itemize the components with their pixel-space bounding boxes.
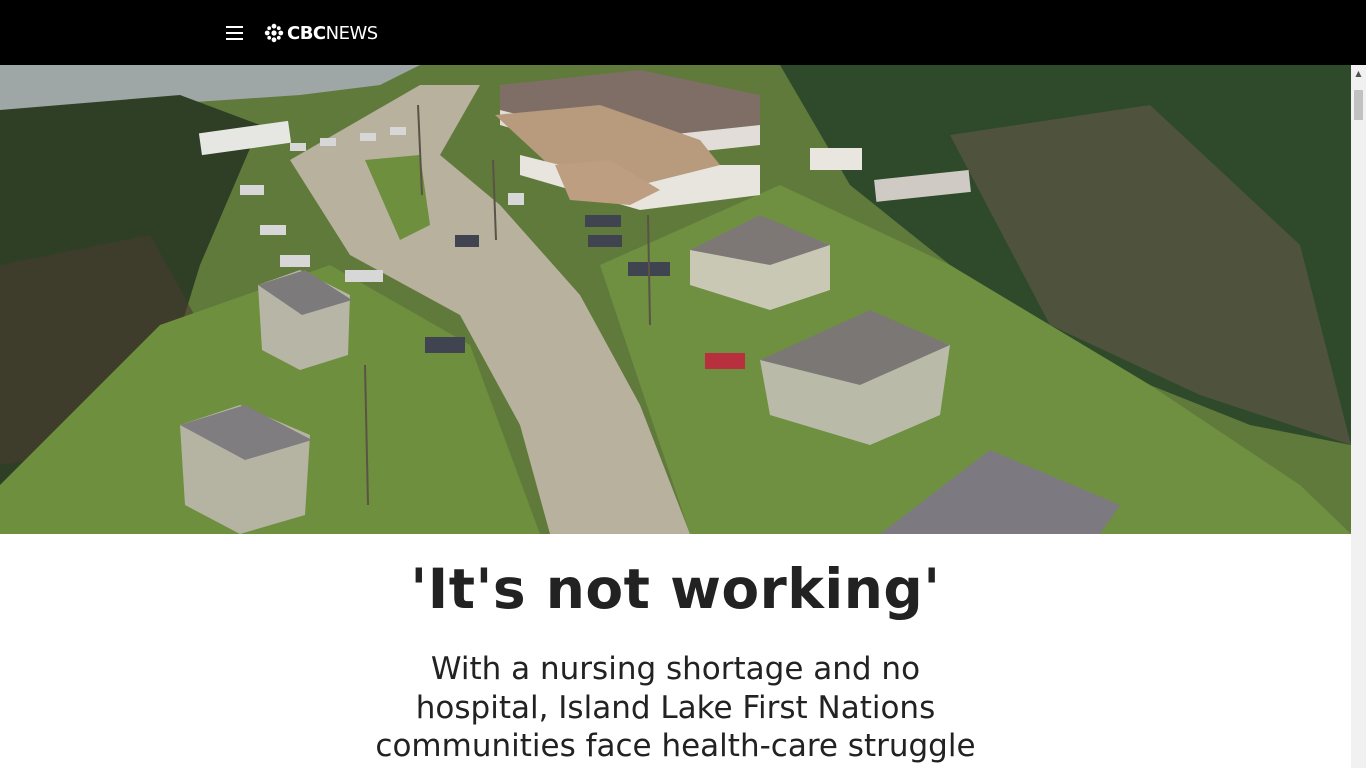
article-subheadline: With a nursing shortage and no hospital,… bbox=[375, 651, 976, 764]
logo-brand-text: CBC bbox=[287, 22, 326, 44]
scroll-thumb[interactable] bbox=[1354, 90, 1363, 120]
cbc-news-logo[interactable]: CBCNEWS bbox=[264, 20, 378, 46]
cbc-gem-icon bbox=[264, 23, 284, 43]
page-scrollbar[interactable]: ▲ bbox=[1351, 65, 1366, 768]
top-navigation-bar: CBCNEWS bbox=[0, 0, 1366, 65]
hero-image bbox=[0, 65, 1351, 534]
hamburger-menu-icon[interactable] bbox=[222, 20, 246, 46]
scroll-up-arrow-icon[interactable]: ▲ bbox=[1351, 65, 1366, 82]
logo-news-text: NEWS bbox=[325, 22, 379, 44]
article-headline: 'It's not working' bbox=[410, 557, 941, 621]
